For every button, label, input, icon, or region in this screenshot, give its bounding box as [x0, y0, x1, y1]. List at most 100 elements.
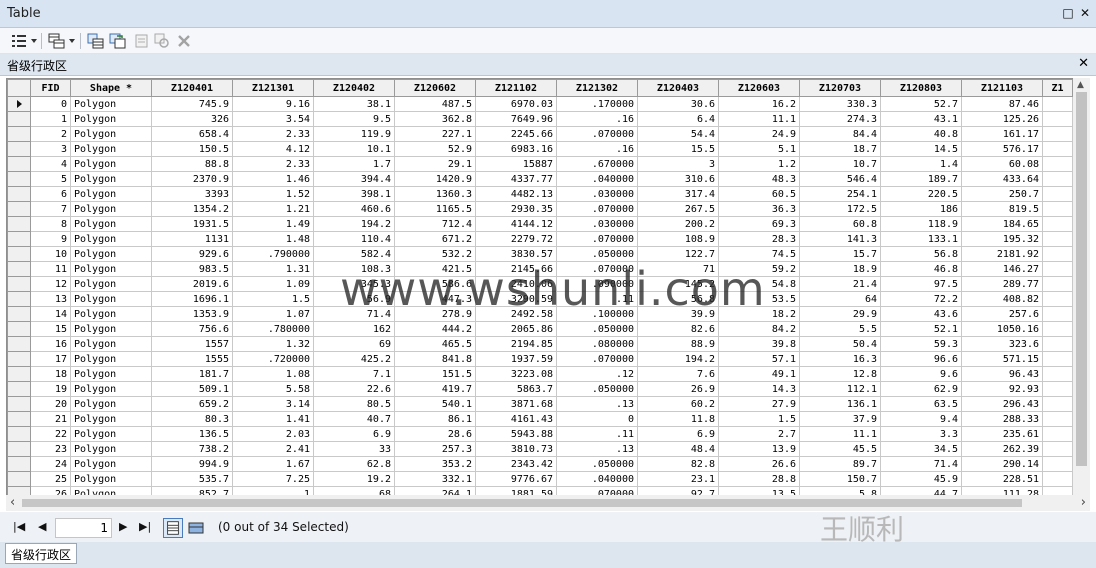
table-cell[interactable]: 274.3	[799, 111, 881, 127]
table-cell[interactable]: 3	[637, 156, 719, 172]
table-cell[interactable]: 0	[30, 96, 71, 112]
table-cell[interactable]: 14.3	[718, 381, 800, 397]
table-cell[interactable]: 460.6	[313, 201, 395, 217]
table-cell[interactable]: 6970.03	[475, 96, 557, 112]
table-cell[interactable]: 43.1	[880, 111, 962, 127]
table-cell[interactable]: 6983.16	[475, 141, 557, 157]
table-cell[interactable]: 582.4	[313, 246, 395, 262]
table-cell[interactable]: 4482.13	[475, 186, 557, 202]
table-cell[interactable]: 10	[30, 246, 71, 262]
table-cell[interactable]: 172.5	[799, 201, 881, 217]
table-cell[interactable]: 250.7	[961, 186, 1043, 202]
table-cell[interactable]: 34.5	[880, 441, 962, 457]
table-cell[interactable]: 712.4	[394, 216, 476, 232]
table-cell[interactable]: 9.16	[232, 96, 314, 112]
horizontal-scrollbar[interactable]: ‹ ›	[6, 495, 1090, 511]
table-options-dropdown-caret[interactable]	[31, 39, 37, 43]
table-cell[interactable]: 10.7	[799, 156, 881, 172]
table-cell[interactable]: 1.48	[232, 231, 314, 247]
table-cell[interactable]: 48.4	[637, 441, 719, 457]
table-cell[interactable]	[1042, 336, 1073, 352]
scroll-left-icon[interactable]: ‹	[10, 495, 15, 510]
table-cell[interactable]: 186	[880, 201, 962, 217]
table-cell[interactable]: 1937.59	[475, 351, 557, 367]
table-cell[interactable]: 84.4	[799, 126, 881, 142]
table-cell[interactable]: 39.9	[637, 306, 719, 322]
table-cell[interactable]: 63.5	[880, 396, 962, 412]
table-cell[interactable]: .070000	[556, 126, 638, 142]
table-cell[interactable]: 1.31	[232, 261, 314, 277]
table-cell[interactable]: 189.7	[880, 171, 962, 187]
table-cell[interactable]: 929.6	[151, 246, 233, 262]
table-cell[interactable]: 1353.9	[151, 306, 233, 322]
table-cell[interactable]: 60.08	[961, 156, 1043, 172]
row-selector[interactable]	[7, 306, 31, 322]
table-cell[interactable]: 60.5	[718, 186, 800, 202]
table-cell[interactable]: 2	[30, 126, 71, 142]
table-cell[interactable]: 111.28	[961, 486, 1043, 495]
table-cell[interactable]: 1.4	[880, 156, 962, 172]
table-cell[interactable]: 15.5	[637, 141, 719, 157]
related-tables-icon[interactable]	[48, 32, 66, 50]
table-row[interactable]: 3 Polygon 150.5 4.12 10.1 52.9 6983.16.16 15.5 5…	[7, 141, 1073, 157]
table-row[interactable]: 6 Polygon 3393 1.52 398.1 1360.3 4482.13.03000…	[7, 186, 1073, 202]
table-cell[interactable]: 0	[556, 411, 638, 427]
table-cell[interactable]: 1	[232, 486, 314, 495]
table-cell[interactable]: Polygon	[70, 351, 152, 367]
table-cell[interactable]: 1.32	[232, 336, 314, 352]
zoom-to-selected-icon[interactable]	[153, 32, 171, 50]
table-cell[interactable]	[1042, 246, 1073, 262]
table-cell[interactable]: .790000	[232, 246, 314, 262]
table-cell[interactable]: 52.9	[394, 141, 476, 157]
table-cell[interactable]: .050000	[556, 321, 638, 337]
table-cell[interactable]	[1042, 186, 1073, 202]
table-cell[interactable]: 5863.7	[475, 381, 557, 397]
column-header[interactable]: Z120803	[880, 79, 962, 97]
table-cell[interactable]	[1042, 486, 1073, 495]
table-cell[interactable]: 22.6	[313, 381, 395, 397]
table-cell[interactable]: 14.5	[880, 141, 962, 157]
table-cell[interactable]: Polygon	[70, 336, 152, 352]
table-cell[interactable]: 18	[30, 366, 71, 382]
table-cell[interactable]: 1.5	[232, 291, 314, 307]
table-cell[interactable]: 60.8	[799, 216, 881, 232]
table-cell[interactable]: 220.5	[880, 186, 962, 202]
table-row[interactable]: 24 Polygon 994.9 1.67 62.8 353.2 2343.42.05000…	[7, 456, 1073, 472]
table-cell[interactable]: 2370.9	[151, 171, 233, 187]
table-cell[interactable]: 146.27	[961, 261, 1043, 277]
table-row[interactable]: 2 Polygon 658.4 2.33 119.9 227.1 2245.66.07000…	[7, 126, 1073, 142]
table-cell[interactable]: 4337.77	[475, 171, 557, 187]
table-cell[interactable]: Polygon	[70, 366, 152, 382]
table-cell[interactable]: 3.3	[880, 426, 962, 442]
table-cell[interactable]: 394.4	[313, 171, 395, 187]
table-cell[interactable]: 141.3	[799, 231, 881, 247]
horizontal-scroll-thumb[interactable]	[22, 499, 1022, 507]
table-cell[interactable]: 5.8	[799, 486, 881, 495]
table-cell[interactable]: 3.14	[232, 396, 314, 412]
table-cell[interactable]: 290.14	[961, 456, 1043, 472]
table-cell[interactable]: 4144.12	[475, 216, 557, 232]
row-selector[interactable]	[7, 351, 31, 367]
table-cell[interactable]	[1042, 291, 1073, 307]
table-cell[interactable]: .11	[556, 426, 638, 442]
table-cell[interactable]: 4.12	[232, 141, 314, 157]
table-cell[interactable]: 49.1	[718, 366, 800, 382]
table-cell[interactable]: 26.6	[718, 456, 800, 472]
table-cell[interactable]: 9	[30, 231, 71, 247]
table-cell[interactable]: 6.9	[313, 426, 395, 442]
row-selector[interactable]	[7, 486, 31, 495]
table-cell[interactable]: 25	[30, 471, 71, 487]
table-cell[interactable]: 60.2	[637, 396, 719, 412]
table-cell[interactable]: 18.7	[799, 141, 881, 157]
table-cell[interactable]: 509.1	[151, 381, 233, 397]
table-cell[interactable]: .13	[556, 396, 638, 412]
table-cell[interactable]: .16	[556, 111, 638, 127]
table-row[interactable]: 7 Polygon 1354.2 1.21 460.6 1165.5 2930.35.070…	[7, 201, 1073, 217]
table-cell[interactable]: 181.7	[151, 366, 233, 382]
table-cell[interactable]: 46.8	[880, 261, 962, 277]
table-cell[interactable]: 16.2	[718, 96, 800, 112]
table-row[interactable]: 5 Polygon 2370.9 1.46 394.4 1420.9 4337.77.040…	[7, 171, 1073, 187]
select-by-attributes-icon[interactable]	[87, 32, 105, 50]
table-cell[interactable]: 21.4	[799, 276, 881, 292]
table-cell[interactable]	[1042, 426, 1073, 442]
